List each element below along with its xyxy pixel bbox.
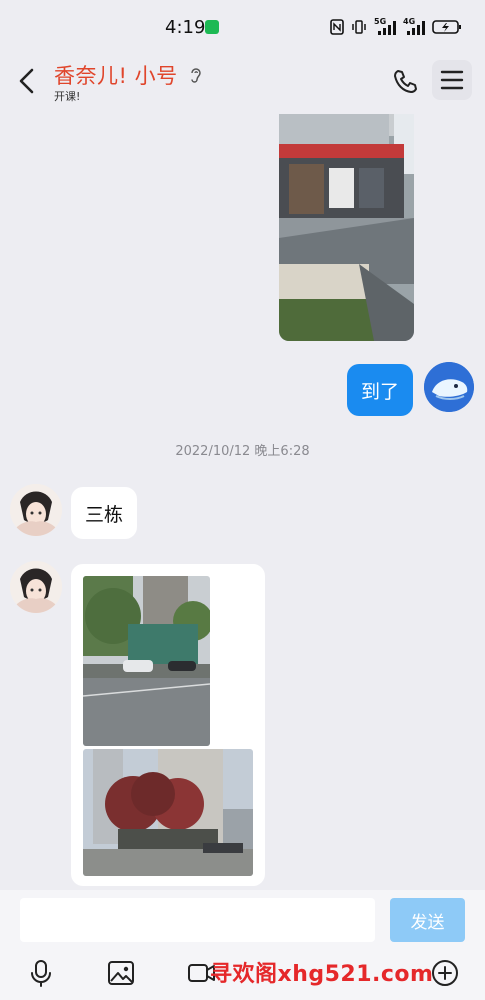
my-avatar[interactable] xyxy=(424,362,474,412)
back-arrow-icon[interactable] xyxy=(14,66,42,96)
voice-button[interactable] xyxy=(24,956,58,990)
menu-icon xyxy=(440,70,464,90)
phone-icon[interactable] xyxy=(392,68,420,96)
chat-area[interactable]: 到了 2022/10/12 晚上6:28 三栋 xyxy=(0,114,485,890)
add-icon xyxy=(432,960,458,986)
ear-icon xyxy=(190,68,201,83)
contact-avatar[interactable] xyxy=(10,484,62,536)
chat-title[interactable]: 香奈儿! 小号 xyxy=(54,60,178,90)
chat-subtitle: 开课! xyxy=(54,90,81,103)
image-icon xyxy=(108,961,134,985)
menu-button[interactable] xyxy=(432,60,472,100)
street-photo[interactable] xyxy=(279,114,414,341)
nfc-icon xyxy=(330,19,344,35)
my-message-bubble[interactable]: 到了 xyxy=(347,364,414,416)
status-bar: 4:19 5G 4G xyxy=(0,0,485,52)
microphone-icon xyxy=(31,960,51,987)
contact-avatar[interactable] xyxy=(10,561,62,613)
signal-4g-icon: 4G xyxy=(403,17,425,35)
message-input[interactable] xyxy=(20,898,375,942)
contact-message-bubble[interactable]: 三栋 xyxy=(71,487,138,539)
status-icons: 5G 4G xyxy=(330,17,462,37)
building-photo-1[interactable] xyxy=(83,576,210,746)
chat-header: 香奈儿! 小号 开课! xyxy=(0,52,485,114)
battery-icon xyxy=(432,20,461,34)
input-bar: 发送 寻欢阁xhg521.com xyxy=(0,890,485,1000)
watermark: 寻欢阁xhg521.com xyxy=(210,962,434,987)
image-message-card[interactable] xyxy=(71,564,265,886)
title-wrap: 香奈儿! 小号 xyxy=(54,60,203,90)
wechat-notification-icon xyxy=(205,20,219,34)
building-photo-2[interactable] xyxy=(83,749,253,876)
signal-5g-icon: 5G xyxy=(374,17,396,35)
clock: 4:19 xyxy=(165,17,206,38)
message-timestamp: 2022/10/12 晚上6:28 xyxy=(175,444,310,459)
vibrate-icon xyxy=(352,20,366,34)
send-button[interactable]: 发送 xyxy=(390,898,465,942)
photo-button[interactable] xyxy=(104,956,138,990)
